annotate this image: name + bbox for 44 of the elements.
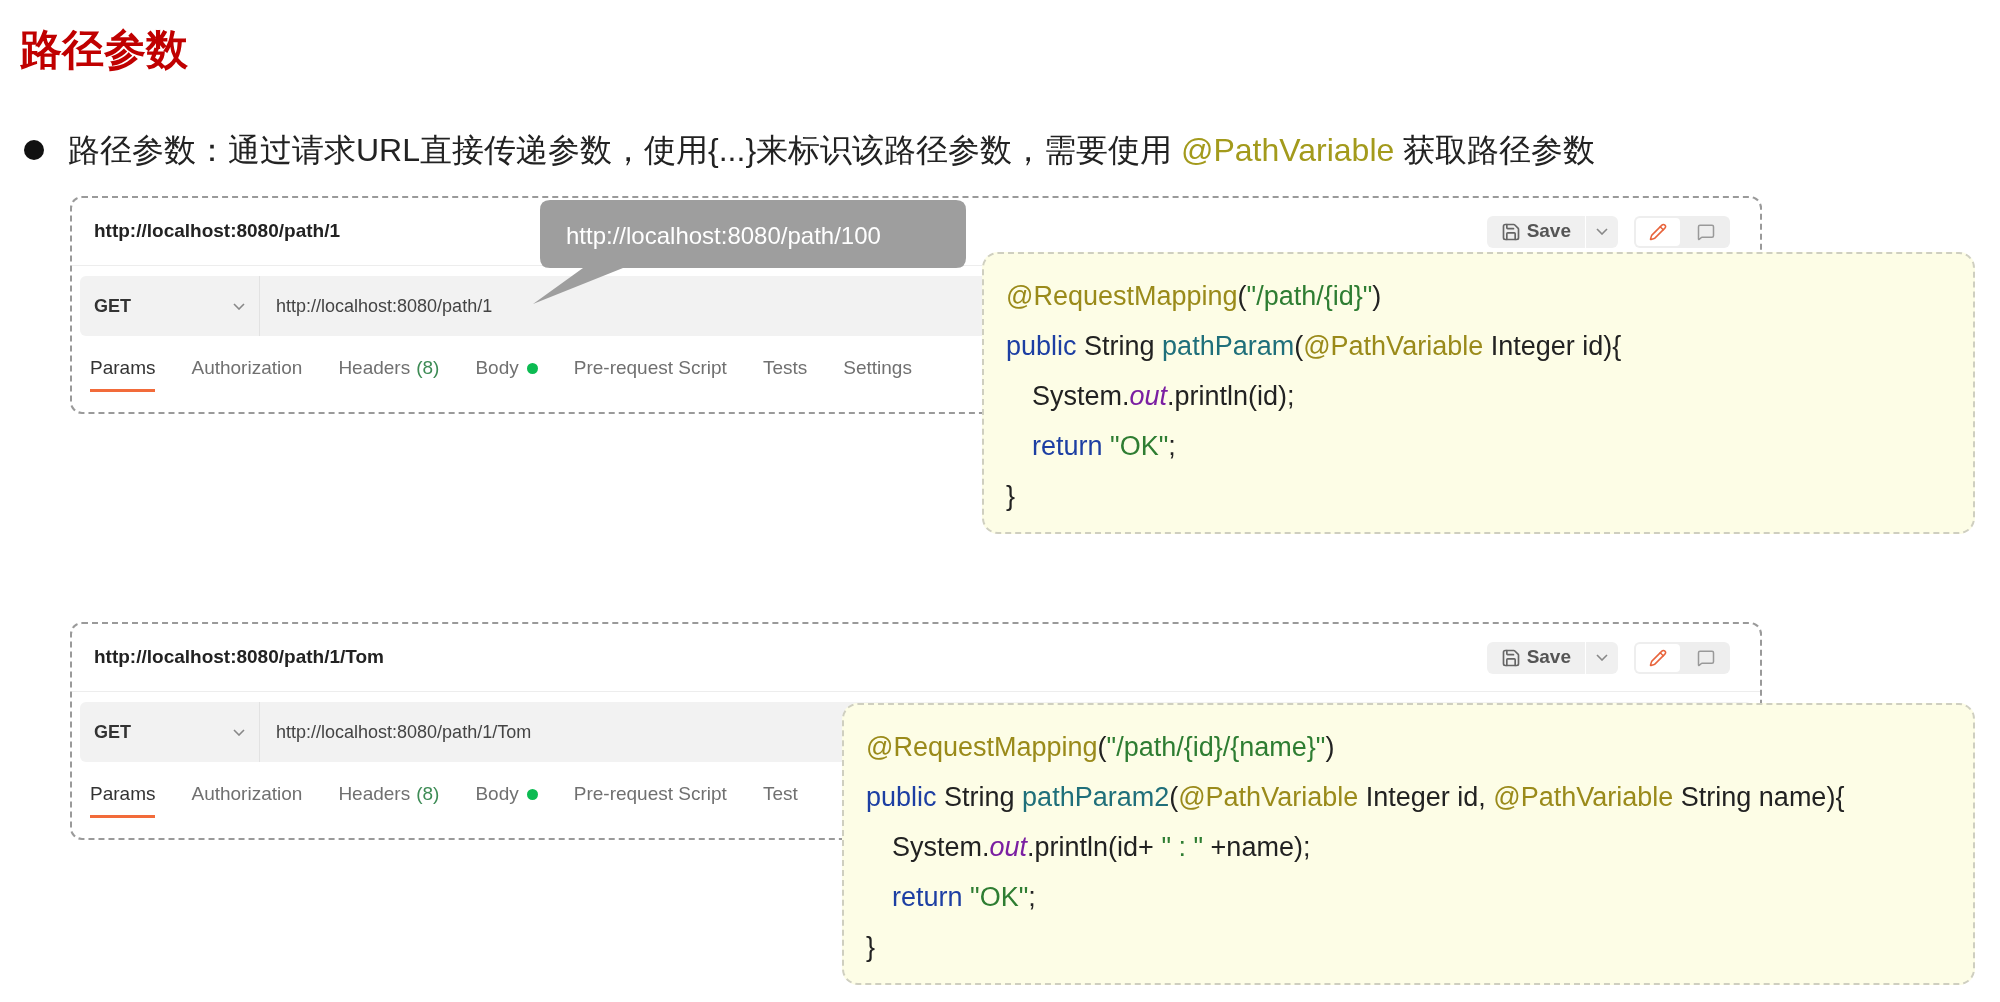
url-field[interactable]: http://localhost:8080/path/1 xyxy=(276,292,493,320)
code-line: } xyxy=(1006,480,1017,513)
request-tab[interactable]: Params xyxy=(90,780,156,818)
code-line: return "OK"; xyxy=(891,881,1037,914)
request-tab[interactable]: Body xyxy=(475,354,538,392)
edit-button[interactable] xyxy=(1636,643,1680,672)
request-title: http://localhost:8080/path/1/Tom xyxy=(94,645,384,670)
request-tab[interactable]: Body xyxy=(475,780,538,818)
comment-icon xyxy=(1697,222,1715,241)
request-tab[interactable]: Tests xyxy=(762,354,808,392)
edit-button[interactable] xyxy=(1636,217,1680,246)
bullet-text: 路径参数：通过请求URL直接传递参数，使用{...}来标识该路径参数，需要使用 @PathVariable 获取路径参数 xyxy=(68,131,1596,170)
request-tab[interactable]: Params xyxy=(90,354,156,392)
method-dropdown[interactable]: GET xyxy=(80,276,260,336)
code-line: @RequestMapping("/path/{id}") xyxy=(1006,280,1383,313)
comment-icon xyxy=(1697,648,1715,667)
caret-icon xyxy=(1596,228,1608,235)
request-tab[interactable]: Headers (8) xyxy=(338,354,440,392)
request-tab[interactable]: Authorization xyxy=(191,354,303,392)
code-line: System.out.println(id); xyxy=(1031,380,1296,413)
bullet-icon xyxy=(24,140,44,160)
code-line: } xyxy=(866,931,877,964)
url-field[interactable]: http://localhost:8080/path/1/Tom xyxy=(276,718,532,746)
request-title: http://localhost:8080/path/1 xyxy=(94,219,340,244)
request-tab[interactable]: Settings xyxy=(843,354,912,392)
request-tab[interactable]: Authorization xyxy=(191,780,303,818)
caret-icon xyxy=(233,728,245,736)
save-icon xyxy=(1500,647,1521,668)
caret-icon xyxy=(1596,654,1608,661)
slide-title: 路径参数 xyxy=(20,25,188,75)
code-line: public String pathParam2(@PathVariable Integer id, @PathVariable String name){ xyxy=(866,781,1846,814)
save-icon xyxy=(1500,221,1521,242)
code-line: public String pathParam(@PathVariable Integer id){ xyxy=(1006,330,1623,363)
code-line: @RequestMapping("/path/{id}/{name}") xyxy=(866,731,1336,764)
request-tab[interactable]: Pre-request Script xyxy=(573,354,727,392)
code-line: return "OK"; xyxy=(1031,430,1177,463)
request-tab[interactable]: Test xyxy=(762,780,798,818)
caret-icon xyxy=(233,302,245,310)
request-tab[interactable]: Headers (8) xyxy=(338,780,440,818)
pencil-icon xyxy=(1649,222,1667,241)
method-dropdown[interactable]: GET xyxy=(80,702,260,762)
request-tab[interactable]: Pre-request Script xyxy=(573,780,727,818)
code-line: System.out.println(id+ " : " +name); xyxy=(891,831,1312,864)
pencil-icon xyxy=(1649,648,1667,667)
